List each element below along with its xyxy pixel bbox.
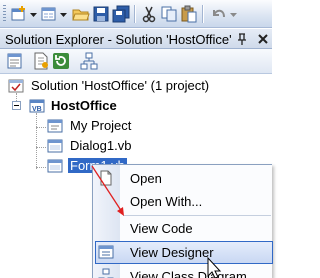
my-project-icon: [47, 119, 63, 133]
chevron-down-icon[interactable]: [30, 12, 37, 18]
form-file-icon: [47, 159, 63, 173]
menu-item-label: View Code: [130, 221, 193, 236]
form-file-icon: [47, 139, 63, 153]
paste-icon[interactable]: [180, 5, 198, 23]
panel-title-bar: Solution Explorer - Solution 'HostOffice…: [0, 29, 272, 49]
pin-icon[interactable]: [234, 31, 250, 47]
menu-item-view-code[interactable]: View Code: [93, 217, 273, 240]
context-menu: Open Open With... View Code View Designe…: [92, 164, 273, 278]
standard-toolbar: [0, 0, 272, 28]
class-diagram-icon[interactable]: [80, 52, 98, 70]
cut-icon[interactable]: [140, 5, 158, 23]
menu-item-view-designer[interactable]: View Designer: [93, 241, 273, 264]
tree-item-label: Dialog1.vb: [70, 138, 132, 153]
tree-item-project[interactable]: VB HostOffice: [0, 96, 272, 116]
open-icon[interactable]: [72, 5, 90, 23]
menu-item-open[interactable]: Open: [93, 167, 273, 190]
properties-icon[interactable]: [6, 52, 24, 70]
open-file-icon: [100, 170, 112, 186]
copy-icon[interactable]: [160, 5, 178, 23]
chevron-down-icon[interactable]: [230, 12, 237, 18]
tree-item-label: Solution 'HostOffice' (1 project): [31, 78, 210, 93]
tree-item-dialog1[interactable]: Dialog1.vb: [0, 136, 272, 156]
tree-item-label: My Project: [70, 118, 132, 133]
designer-icon: [98, 245, 114, 259]
close-icon[interactable]: [255, 31, 271, 47]
menu-item-label: Open: [130, 171, 162, 186]
menu-item-open-with[interactable]: Open With...: [93, 190, 273, 213]
menu-item-view-class-diagram[interactable]: View Class Diagram: [93, 265, 273, 278]
vb-project-icon: VB: [29, 99, 45, 113]
menu-item-label: View Class Diagram: [130, 269, 247, 278]
undo-icon[interactable]: [210, 5, 228, 23]
show-all-files-icon[interactable]: [32, 52, 50, 70]
add-item-icon[interactable]: [40, 5, 58, 23]
chevron-down-icon[interactable]: [60, 12, 67, 18]
add-project-icon[interactable]: [10, 5, 28, 23]
save-icon[interactable]: [92, 5, 110, 23]
save-all-icon[interactable]: [112, 5, 130, 23]
menu-item-label: Open With...: [130, 194, 203, 209]
menu-separator: [123, 215, 271, 216]
toolbar-separator: [202, 5, 203, 23]
solution-icon: [8, 79, 24, 93]
panel-title: Solution Explorer - Solution 'HostOffice…: [5, 32, 232, 47]
menu-item-label: View Designer: [130, 245, 214, 260]
tree-item-solution[interactable]: Solution 'HostOffice' (1 project): [0, 76, 272, 96]
refresh-icon[interactable]: [52, 52, 70, 70]
toolbar-separator: [134, 5, 135, 23]
tree-item-my-project[interactable]: My Project: [0, 116, 272, 136]
solution-explorer-toolbar: [0, 49, 272, 74]
svg-text:VB: VB: [32, 106, 42, 113]
toolbar-grip[interactable]: [3, 5, 6, 23]
tree-item-label: HostOffice: [51, 98, 117, 113]
class-diagram-icon: [98, 268, 114, 278]
